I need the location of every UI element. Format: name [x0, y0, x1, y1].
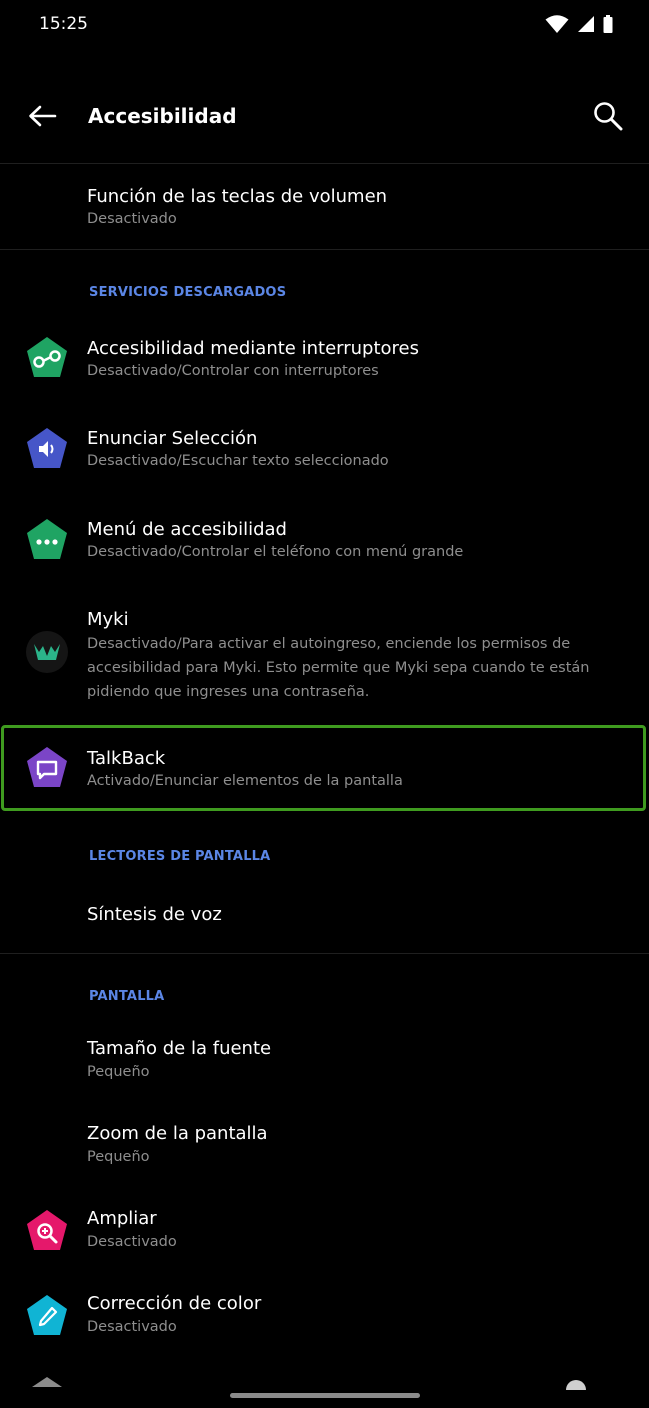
item-title: Zoom de la pantalla	[87, 1123, 268, 1144]
item-title: Función de las teclas de volumen	[87, 186, 388, 207]
item-title: Accesibilidad mediante interruptores	[87, 338, 419, 359]
item-title: Enunciar Selección	[87, 428, 258, 449]
list-item-color-correction[interactable]: Corrección de color Desactivado	[0, 1273, 649, 1358]
item-subtitle: Desactivado/Para activar el autoingreso,…	[87, 636, 590, 700]
list-item-tts[interactable]: Síntesis de voz	[0, 880, 649, 952]
accessibility-menu-icon	[27, 519, 67, 559]
item-subtitle: Desactivado/Controlar con interruptores	[87, 363, 379, 379]
list-item-switch-access[interactable]: Accesibilidad mediante interruptores Des…	[0, 316, 649, 406]
partial-floating-button	[566, 1380, 586, 1390]
magnification-icon	[27, 1210, 67, 1250]
color-correction-icon	[27, 1295, 67, 1335]
section-header-downloaded: SERVICIOS DESCARGADOS	[89, 285, 287, 300]
status-time: 15:25	[39, 14, 88, 34]
item-title: Myki	[87, 609, 129, 630]
myki-icon	[26, 631, 68, 673]
item-title: Corrección de color	[87, 1293, 262, 1314]
item-subtitle: Desactivado/Controlar el teléfono con me…	[87, 544, 464, 560]
divider	[0, 249, 649, 250]
home-indicator[interactable]	[230, 1393, 420, 1398]
item-title: Menú de accesibilidad	[87, 519, 287, 540]
partial-item-icon	[32, 1377, 62, 1387]
back-button[interactable]	[22, 98, 62, 134]
search-icon	[594, 102, 623, 131]
list-item-display-size[interactable]: Zoom de la pantalla Pequeño	[0, 1103, 649, 1188]
search-button[interactable]	[588, 96, 628, 136]
item-subtitle: Desactivado	[87, 1234, 177, 1250]
signal-icon	[578, 16, 594, 32]
list-item-magnification[interactable]: Ampliar Desactivado	[0, 1188, 649, 1273]
list-item-font-size[interactable]: Tamaño de la fuente Pequeño	[0, 1018, 649, 1103]
arrow-back-icon	[29, 105, 57, 127]
status-icons	[545, 14, 613, 34]
screen: 15:25 Accesibilidad Función de las tecla…	[0, 0, 649, 1408]
switch-access-icon	[27, 337, 67, 377]
wifi-icon	[545, 15, 569, 33]
item-subtitle: Desactivado	[87, 1319, 177, 1335]
page-title: Accesibilidad	[88, 104, 237, 128]
divider	[0, 953, 649, 954]
item-subtitle: Desactivado/Escuchar texto seleccionado	[87, 453, 389, 469]
section-header-screen-readers: LECTORES DE PANTALLA	[89, 849, 271, 864]
app-bar: Accesibilidad	[0, 80, 649, 152]
item-subtitle: Desactivado	[87, 211, 177, 227]
item-title: Tamaño de la fuente	[87, 1038, 272, 1059]
select-to-speak-icon	[27, 428, 67, 468]
item-subtitle: Pequeño	[87, 1064, 150, 1080]
talkback-highlight-frame	[1, 725, 646, 811]
item-subtitle: Pequeño	[87, 1149, 150, 1165]
list-item-select-to-speak[interactable]: Enunciar Selección Desactivado/Escuchar …	[0, 406, 649, 496]
list-item-volume-keys[interactable]: Función de las teclas de volumen Desacti…	[0, 164, 649, 249]
list-item-myki[interactable]: Myki Desactivado/Para activar el autoing…	[0, 587, 649, 717]
item-title: Síntesis de voz	[87, 904, 222, 925]
battery-icon	[603, 15, 613, 33]
item-title: Ampliar	[87, 1208, 157, 1229]
list-item-accessibility-menu[interactable]: Menú de accesibilidad Desactivado/Contro…	[0, 497, 649, 587]
section-header-display: PANTALLA	[89, 989, 165, 1004]
status-bar: 15:25	[0, 0, 649, 52]
